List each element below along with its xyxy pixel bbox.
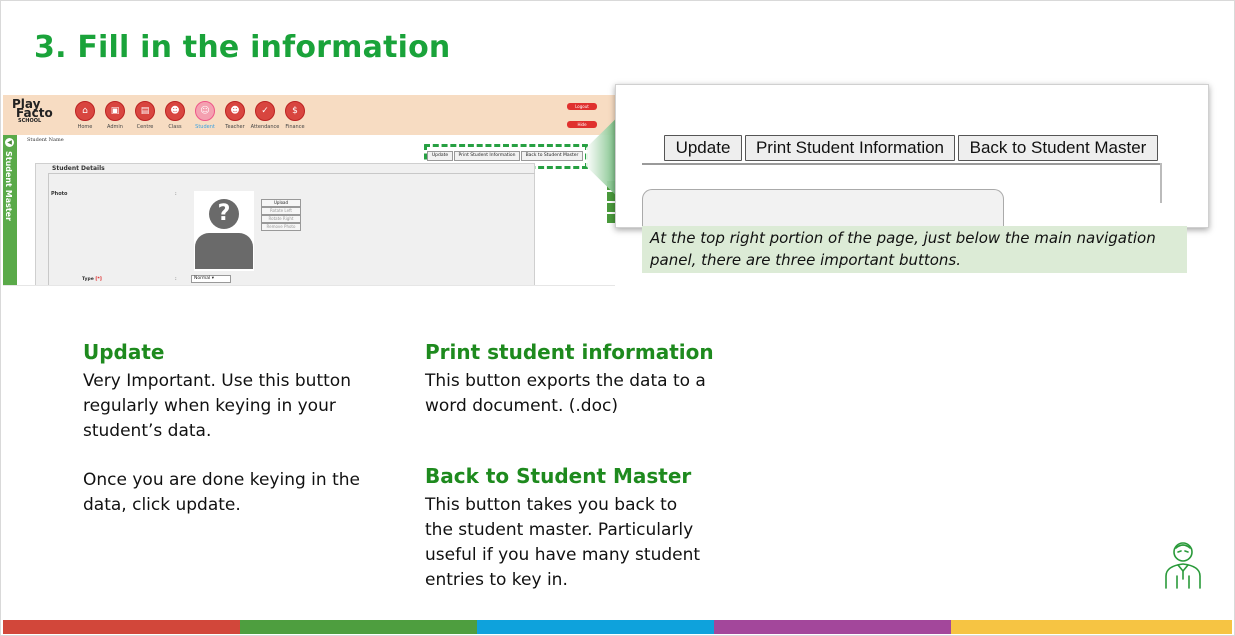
print-heading: Print student information [425,340,714,364]
collapse-arrow-icon[interactable]: ◀ [5,138,14,147]
home-icon: ⌂ [75,101,95,121]
panel-title: Student Details [52,165,105,172]
finance-icon: $ [285,101,305,121]
photo-colon: : [175,191,177,197]
question-mark-icon: ? [209,199,239,229]
upload-button[interactable]: Upload [261,199,301,207]
avatar-placeholder: ? [194,191,254,271]
logout-button[interactable]: Logout [567,103,597,110]
footer-bar-green [240,620,477,634]
nav-student[interactable]: ☺ Student [190,101,220,130]
chevron-down-icon: ▾ [211,276,214,281]
zoom-print-button[interactable]: Print Student Information [745,135,955,161]
footer-bar-blue [477,620,714,634]
update-description: Very Important. Use this button regularl… [83,371,351,441]
footer-bar-red [3,620,240,634]
type-label: Type [*] [82,277,102,282]
teacher-avatar-icon [1165,542,1201,589]
playfacto-logo: Play Facto SCHOOL [12,97,53,124]
app-screenshot: Play Facto SCHOOL ⌂ Home ▣ Admin ▤ Centr… [3,95,615,286]
class-icon: ☻ [165,101,185,121]
back-description: This button takes you back to the studen… [425,495,701,590]
side-action-strip [607,181,615,229]
nav-home[interactable]: ⌂ Home [70,101,100,130]
nav-class[interactable]: ☻ Class [160,101,190,130]
app-nav-bar: Play Facto SCHOOL ⌂ Home ▣ Admin ▤ Centr… [3,95,615,135]
photo-label: Photo [51,191,68,197]
type-select[interactable]: Normal ▾ [191,275,231,283]
teacher-icon: ☻ [225,101,245,121]
print-description: This button exports the data to a word d… [425,371,706,416]
callout-caption: At the top right portion of the page, ju… [642,226,1187,273]
zoom-update-button[interactable]: Update [664,135,742,161]
type-colon: : [175,276,177,282]
nav-admin[interactable]: ▣ Admin [100,101,130,130]
zoom-panel-edge [642,189,1004,227]
zoom-back-button[interactable]: Back to Student Master [958,135,1158,161]
student-icon: ☺ [195,101,215,121]
nav-centre[interactable]: ▤ Centre [130,101,160,130]
attendance-icon: ✓ [255,101,275,121]
update-heading: Update [83,340,165,364]
admin-icon: ▣ [105,101,125,121]
centre-icon: ▤ [135,101,155,121]
rotate-right-button[interactable]: Rotate Right [261,215,301,223]
nav-attendance[interactable]: ✓ Attendance [250,101,280,130]
footer-bar-yellow [951,620,1232,634]
slide-title: 3. Fill in the information [34,30,451,65]
nav-teacher[interactable]: ☻ Teacher [220,101,250,130]
zoomed-button-panel: Update Print Student Information Back to… [615,84,1209,228]
nav-finance[interactable]: $ Finance [280,101,310,130]
zoom-divider [642,163,1162,165]
remove-photo-button[interactable]: Remove Photo [261,223,301,231]
update-instruction: Once you are done keying in the data, cl… [83,470,360,515]
student-master-sidebar[interactable]: ◀ Student Master [3,135,17,285]
back-heading: Back to Student Master [425,464,692,488]
rotate-left-button[interactable]: Rotate Left [261,207,301,215]
hide-button[interactable]: Hide [567,121,597,128]
student-name-label: Student Name [27,137,64,143]
footer-bar-purple [714,620,951,634]
